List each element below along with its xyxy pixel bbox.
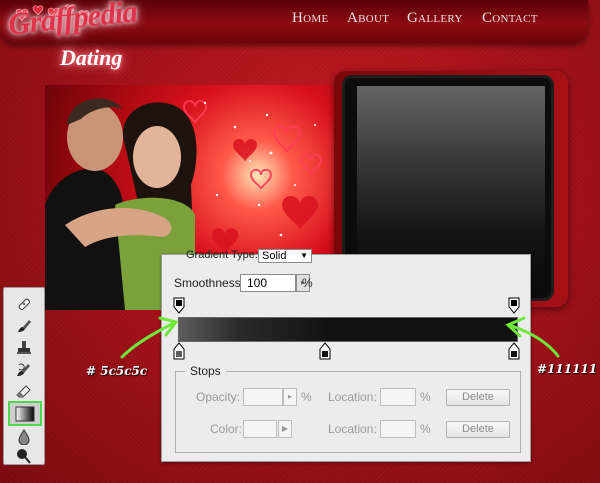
left-color-note: # 5c5c5c: [86, 364, 148, 378]
right-arrow-icon: [505, 316, 560, 358]
annotation-arrows: [120, 316, 560, 359]
left-arrow-icon: [120, 316, 179, 359]
right-color-note: #111111: [537, 362, 598, 376]
